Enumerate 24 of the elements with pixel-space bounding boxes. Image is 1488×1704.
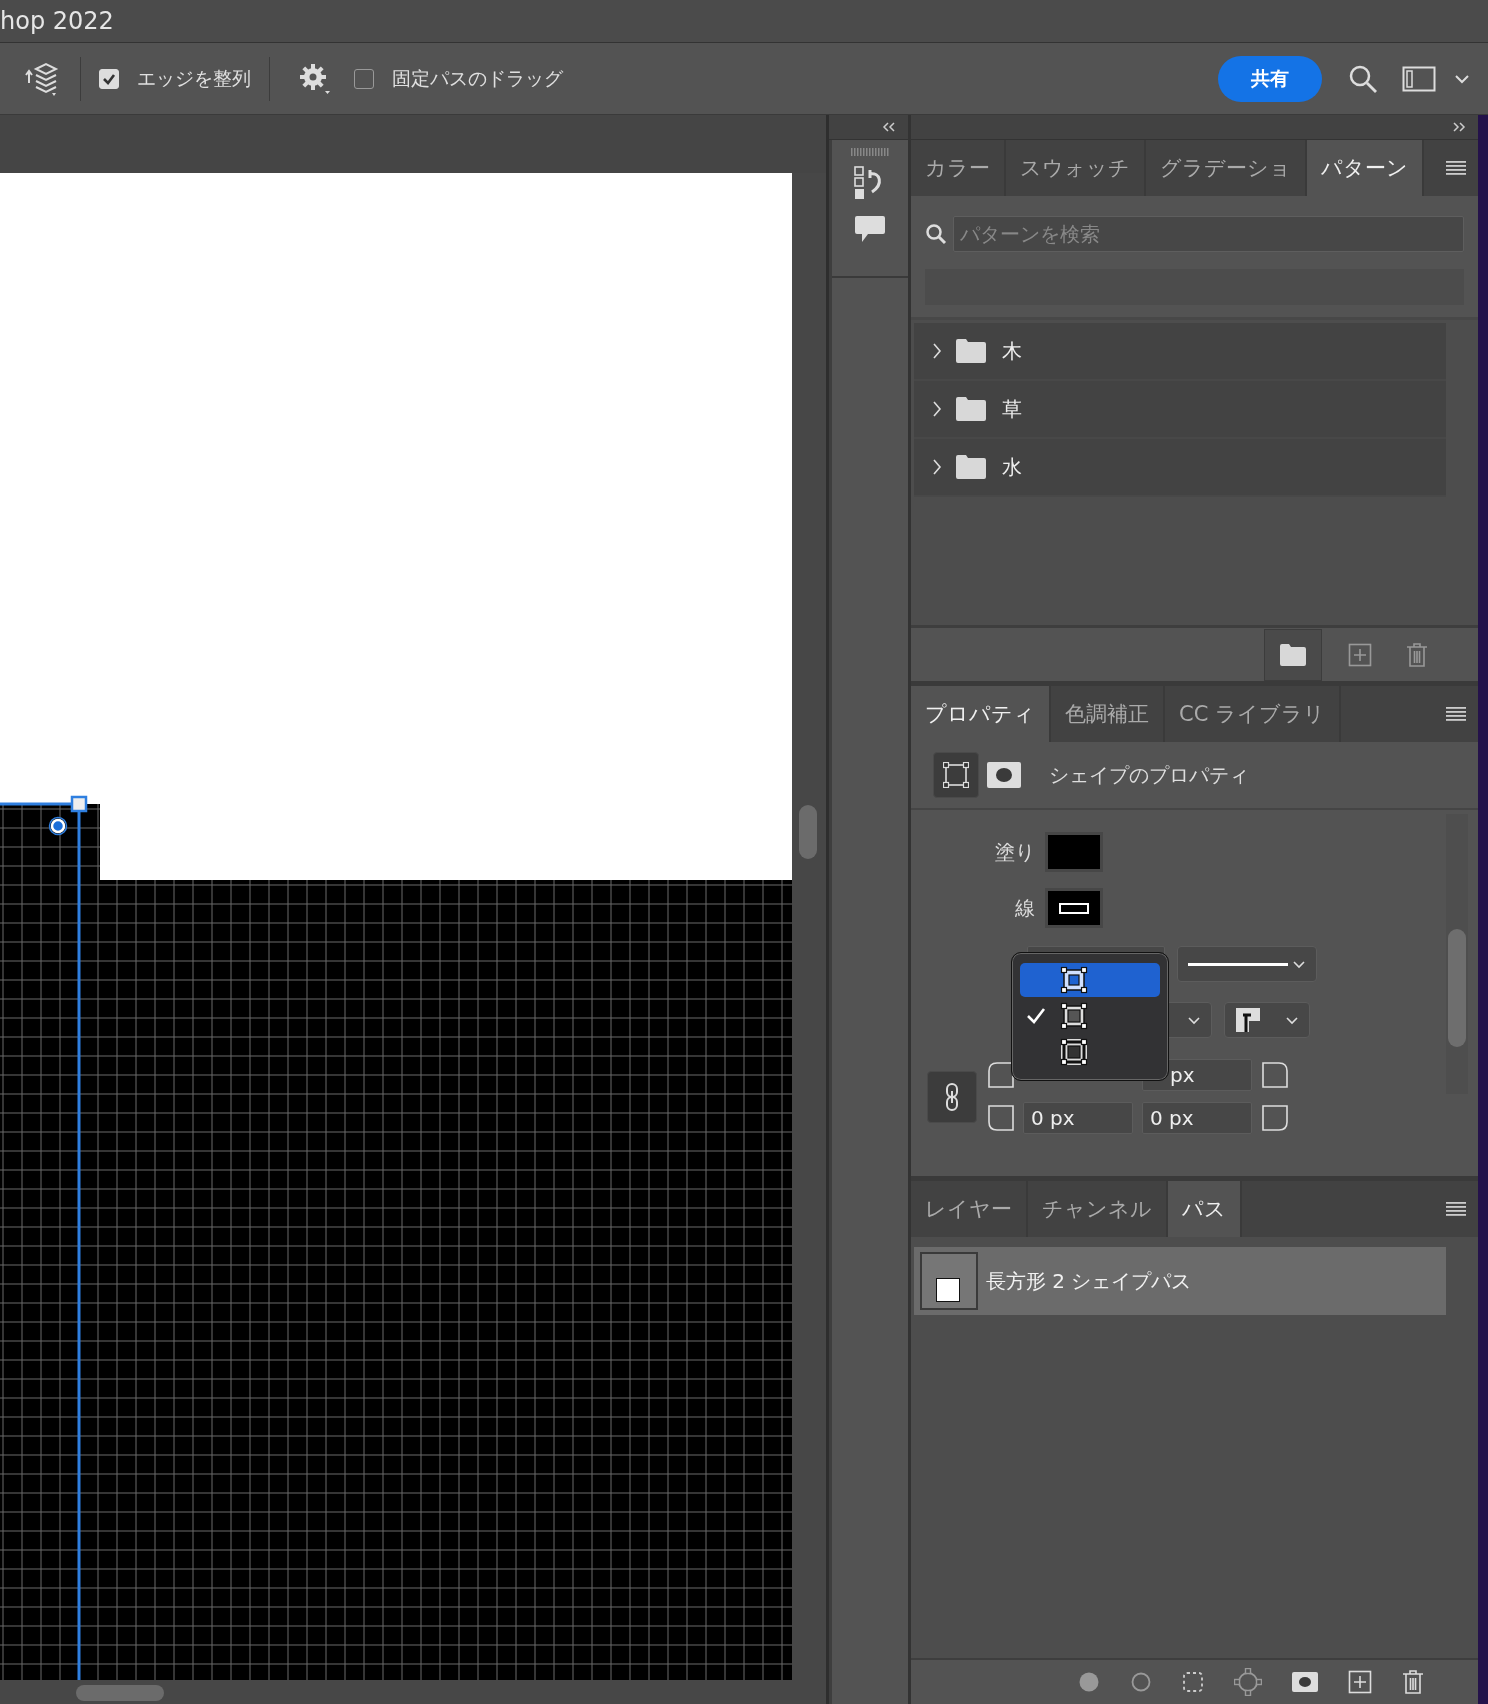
group-name: 草 bbox=[1002, 395, 1022, 423]
panel-tab[interactable]: プロパティ bbox=[911, 686, 1051, 742]
pattern-group[interactable]: 草 bbox=[914, 381, 1446, 439]
fill-label: 塗り bbox=[994, 838, 1035, 866]
group-name: 水 bbox=[1002, 453, 1022, 481]
field-value: px bbox=[1169, 1063, 1195, 1087]
window-title: hop 2022 bbox=[0, 7, 114, 35]
path-name: 長方形 2 シェイプパス bbox=[986, 1267, 1192, 1295]
field-value: 0 px bbox=[1030, 1106, 1075, 1130]
group-name: 木 bbox=[1002, 337, 1022, 365]
stroke-label: 線 bbox=[1014, 894, 1035, 922]
pattern-group[interactable]: 木 bbox=[914, 323, 1446, 381]
input-field[interactable]: 0 px bbox=[1142, 1102, 1252, 1134]
panel-tab[interactable]: パターン bbox=[1307, 140, 1424, 196]
checkbox-label: エッジを整列 bbox=[137, 65, 251, 91]
field-value: 0 px bbox=[1149, 1106, 1194, 1130]
search-field[interactable]: パターンを検索 bbox=[953, 216, 1464, 252]
pattern-group[interactable]: 水 bbox=[914, 439, 1446, 497]
checkbox-label: 固定パスのドラッグ bbox=[392, 65, 563, 91]
panel-heading: シェイプのプロパティ bbox=[1049, 761, 1249, 789]
share-button[interactable]: 共有 bbox=[1218, 55, 1322, 102]
path-row[interactable]: 長方形 2 シェイプパス bbox=[914, 1247, 1446, 1315]
panel-tab[interactable]: パス bbox=[1168, 1181, 1242, 1237]
input-field[interactable]: 0 px bbox=[1023, 1102, 1133, 1134]
